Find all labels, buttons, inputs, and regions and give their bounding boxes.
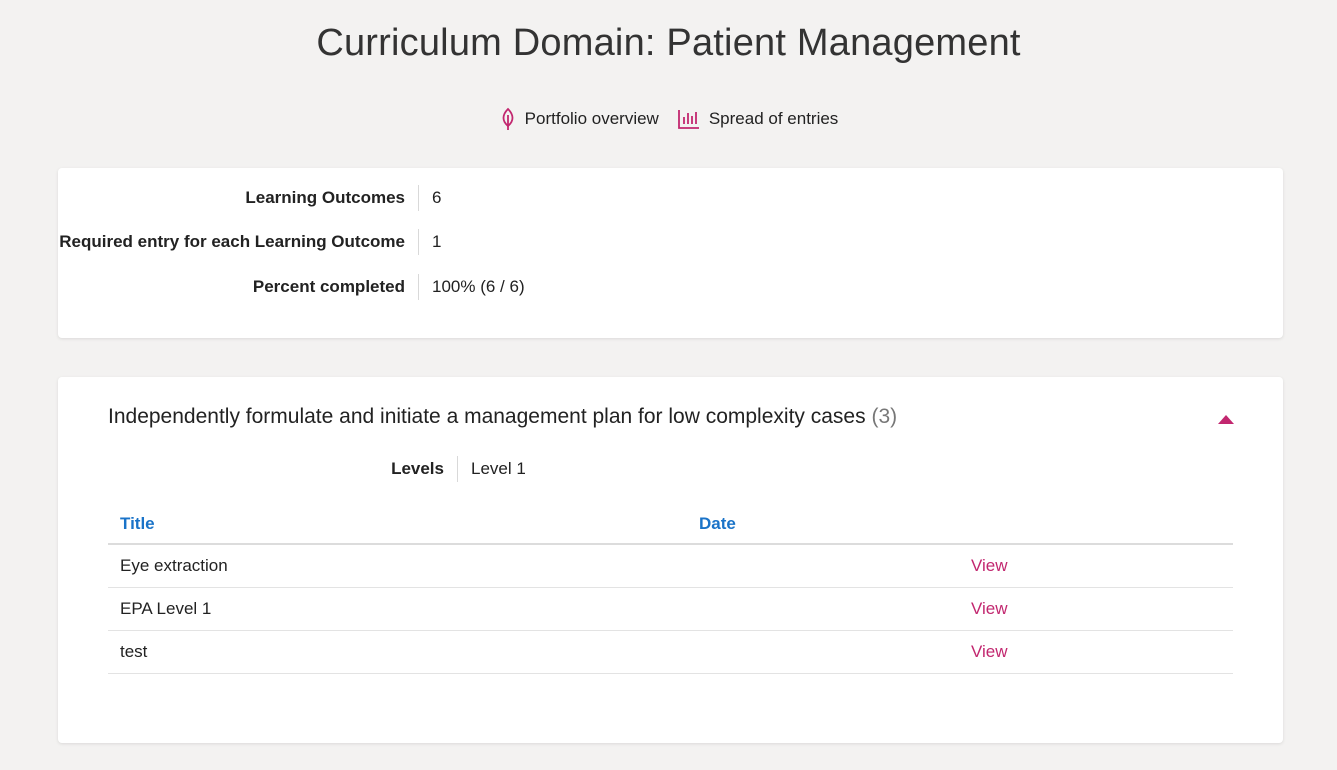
- learning-outcomes-label: Learning Outcomes: [245, 188, 405, 207]
- entry-title: Eye extraction: [108, 544, 687, 588]
- summary-card: Learning Outcomes 6 Required entry for e…: [58, 168, 1283, 338]
- entry-count: (3): [871, 405, 898, 428]
- percent-completed-row: Percent completed 100% (6 / 6): [58, 274, 1283, 300]
- table-header-row: Title Date: [108, 505, 1233, 545]
- leaf-icon: [499, 107, 517, 131]
- learning-outcomes-value: 6: [432, 188, 442, 207]
- entry-title: test: [108, 630, 687, 674]
- spread-of-entries-link[interactable]: Spread of entries: [677, 108, 838, 130]
- required-entry-row: Required entry for each Learning Outcome…: [58, 229, 1283, 255]
- learning-outcomes-row: Learning Outcomes 6: [58, 185, 1283, 211]
- sub-navigation: Portfolio overview Spread of entries: [0, 107, 1337, 131]
- view-link[interactable]: View: [971, 599, 1008, 618]
- spread-of-entries-label: Spread of entries: [708, 109, 839, 128]
- learning-outcome-card: Independently formulate and initiate a m…: [58, 377, 1283, 743]
- entry-date: [687, 587, 959, 631]
- percent-completed-label: Percent completed: [252, 277, 405, 296]
- bar-chart-icon: [677, 108, 701, 130]
- actions-column-header: [959, 505, 1233, 545]
- entries-table: Title Date Eye extraction View EPA Level…: [108, 505, 1233, 674]
- levels-value: Level 1: [471, 459, 526, 478]
- percent-completed-value: 100% (6 / 6): [432, 277, 525, 296]
- table-row: EPA Level 1 View: [108, 587, 1233, 631]
- levels-row: Levels Level 1: [58, 456, 1283, 482]
- title-column-header[interactable]: Title: [108, 505, 687, 545]
- required-entry-value: 1: [432, 232, 442, 251]
- view-link[interactable]: View: [971, 556, 1008, 575]
- table-row: Eye extraction View: [108, 544, 1233, 588]
- entry-date: [687, 630, 959, 674]
- caret-up-icon: [1218, 415, 1234, 424]
- portfolio-overview-label: Portfolio overview: [524, 109, 659, 128]
- table-row: test View: [108, 630, 1233, 674]
- required-entry-label: Required entry for each Learning Outcome: [59, 232, 405, 251]
- learning-outcome-title[interactable]: Independently formulate and initiate a m…: [108, 405, 897, 429]
- date-column-header[interactable]: Date: [687, 505, 959, 545]
- entry-date: [687, 544, 959, 588]
- levels-label: Levels: [391, 459, 444, 478]
- portfolio-overview-link[interactable]: Portfolio overview: [499, 107, 659, 131]
- collapse-toggle[interactable]: [1217, 412, 1235, 424]
- learning-outcome-title-text: Independently formulate and initiate a m…: [108, 405, 866, 428]
- view-link[interactable]: View: [971, 642, 1008, 661]
- page-title: Curriculum Domain: Patient Management: [316, 22, 1021, 64]
- entry-title: EPA Level 1: [108, 587, 687, 631]
